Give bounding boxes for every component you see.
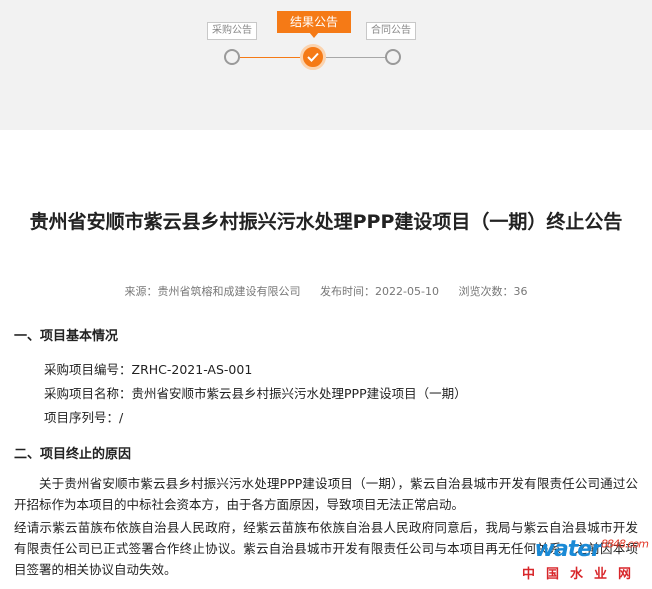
step-tag-contract[interactable]: 合同公告	[366, 22, 416, 40]
step-tag-procurement[interactable]: 采购公告	[207, 22, 257, 40]
watermark-cn: 中国水业网	[521, 567, 642, 582]
step-line-todo	[326, 57, 386, 58]
step-dot-procurement[interactable]	[224, 49, 240, 65]
meta-source: 来源：贵州省筑榕和成建设有限公司	[124, 285, 301, 298]
site-watermark: water8848.com 中国水业网	[498, 537, 649, 585]
check-icon	[307, 52, 319, 62]
watermark-logo-suffix: .com	[625, 537, 649, 551]
section-heading-basic: 一、项目基本情况	[14, 329, 119, 344]
reason-paragraph-1: 关于贵州省安顺市紫云县乡村振兴污水处理PPP建设项目（一期），紫云自治县城市开发…	[14, 476, 638, 512]
step-line-done	[240, 57, 300, 58]
page-title: 贵州省安顺市紫云县乡村振兴污水处理PPP建设项目（一期）终止公告	[29, 211, 623, 233]
watermark-logo-sub: 8848	[601, 537, 626, 551]
meta-views: 浏览次数：36	[458, 285, 528, 298]
project-serial: 项目序列号：/	[44, 410, 124, 425]
watermark-logo-text: water	[534, 537, 602, 562]
project-name: 采购项目名称：贵州省安顺市紫云县乡村振兴污水处理PPP建设项目（一期）	[44, 386, 467, 401]
watermark-logo: water8848.com	[534, 537, 649, 562]
meta-published: 发布时间：2022-05-10	[320, 285, 439, 298]
step-dot-result[interactable]	[300, 44, 326, 70]
article-meta: 来源：贵州省筑榕和成建设有限公司 发布时间：2022-05-10 浏览次数：36	[0, 283, 652, 299]
step-dot-contract[interactable]	[385, 49, 401, 65]
progress-band: 采购公告 结果公告 合同公告	[0, 0, 652, 130]
section-heading-reason: 二、项目终止的原因	[14, 447, 132, 462]
step-tag-result[interactable]: 结果公告	[277, 11, 352, 38]
project-code: 采购项目编号：ZRHC-2021-AS-001	[44, 362, 253, 377]
